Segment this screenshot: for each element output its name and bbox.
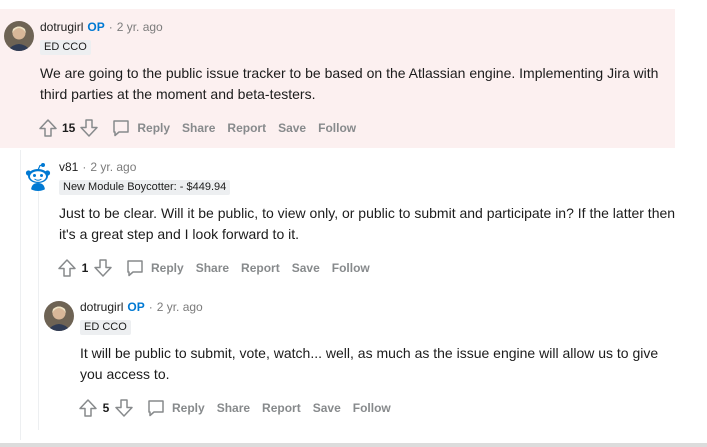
upvote-icon[interactable] bbox=[57, 258, 77, 278]
user-flair: New Module Boycotter: - $449.94 bbox=[59, 180, 231, 195]
comment-body: We are going to the public issue tracker… bbox=[40, 65, 659, 102]
author-link[interactable]: dotrugirl bbox=[40, 20, 83, 34]
op-badge: OP bbox=[127, 300, 145, 314]
bottom-border bbox=[0, 443, 707, 447]
reply-button[interactable]: Reply bbox=[146, 398, 205, 418]
timestamp[interactable]: 2 yr. ago bbox=[157, 300, 203, 314]
comment-icon bbox=[113, 120, 130, 137]
comment-actions: 15 Reply Share Report Save Follow bbox=[38, 116, 356, 140]
report-button[interactable]: Report bbox=[227, 121, 266, 135]
avatar[interactable] bbox=[44, 301, 74, 331]
user-avatar-photo bbox=[4, 21, 34, 51]
report-button[interactable]: Report bbox=[262, 401, 301, 415]
save-button[interactable]: Save bbox=[313, 401, 341, 415]
op-badge: OP bbox=[87, 20, 105, 34]
timestamp[interactable]: 2 yr. ago bbox=[90, 160, 136, 174]
thread-line bbox=[38, 190, 39, 430]
report-button[interactable]: Report bbox=[241, 261, 280, 275]
vote-count: 15 bbox=[62, 121, 76, 135]
separator: · bbox=[108, 20, 113, 34]
author-link[interactable]: dotrugirl bbox=[80, 300, 123, 314]
timestamp[interactable]: 2 yr. ago bbox=[117, 20, 163, 34]
separator: · bbox=[148, 300, 153, 314]
avatar[interactable] bbox=[4, 21, 34, 51]
user-flair: ED CCO bbox=[80, 320, 131, 335]
comment-body: Just to be clear. Will it be public, to … bbox=[59, 205, 676, 242]
vote-count: 1 bbox=[81, 261, 89, 275]
comment-icon bbox=[127, 260, 143, 277]
vote-controls: 5 bbox=[78, 398, 134, 418]
snoo-avatar-icon bbox=[23, 161, 53, 191]
reply-button[interactable]: Reply bbox=[111, 118, 170, 138]
save-button[interactable]: Save bbox=[292, 261, 320, 275]
comment-actions: 1 Reply Share Report Save Follow bbox=[57, 256, 370, 280]
downvote-icon[interactable] bbox=[114, 398, 134, 418]
reply-label: Reply bbox=[151, 261, 184, 275]
user-avatar-photo bbox=[44, 301, 74, 331]
comment-actions: 5 Reply Share Report Save Follow bbox=[78, 396, 391, 420]
comment-icon bbox=[148, 400, 164, 417]
reply-label: Reply bbox=[172, 401, 205, 415]
user-flair: ED CCO bbox=[40, 40, 91, 55]
thread-line bbox=[20, 150, 21, 440]
vote-count: 5 bbox=[102, 401, 110, 415]
comment-meta: dotrugirl OP · 2 yr. ago bbox=[40, 20, 163, 34]
follow-button[interactable]: Follow bbox=[318, 121, 356, 135]
share-button[interactable]: Share bbox=[182, 121, 215, 135]
reply-label: Reply bbox=[137, 121, 171, 135]
follow-button[interactable]: Follow bbox=[332, 261, 370, 275]
upvote-icon[interactable] bbox=[38, 118, 58, 138]
vote-controls: 1 bbox=[57, 258, 113, 278]
comment-meta: dotrugirl OP · 2 yr. ago bbox=[80, 300, 203, 314]
save-button[interactable]: Save bbox=[278, 121, 306, 135]
downvote-icon[interactable] bbox=[79, 118, 99, 138]
author-link[interactable]: v81 bbox=[59, 160, 78, 174]
follow-button[interactable]: Follow bbox=[353, 401, 391, 415]
avatar[interactable] bbox=[23, 161, 53, 191]
comment-body: It will be public to submit, vote, watch… bbox=[80, 345, 659, 382]
upvote-icon[interactable] bbox=[78, 398, 98, 418]
vote-controls: 15 bbox=[38, 118, 99, 138]
comment-meta: v81 · 2 yr. ago bbox=[59, 160, 136, 174]
separator: · bbox=[82, 160, 87, 174]
reply-button[interactable]: Reply bbox=[125, 258, 184, 278]
share-button[interactable]: Share bbox=[217, 401, 250, 415]
share-button[interactable]: Share bbox=[196, 261, 229, 275]
downvote-icon[interactable] bbox=[93, 258, 113, 278]
